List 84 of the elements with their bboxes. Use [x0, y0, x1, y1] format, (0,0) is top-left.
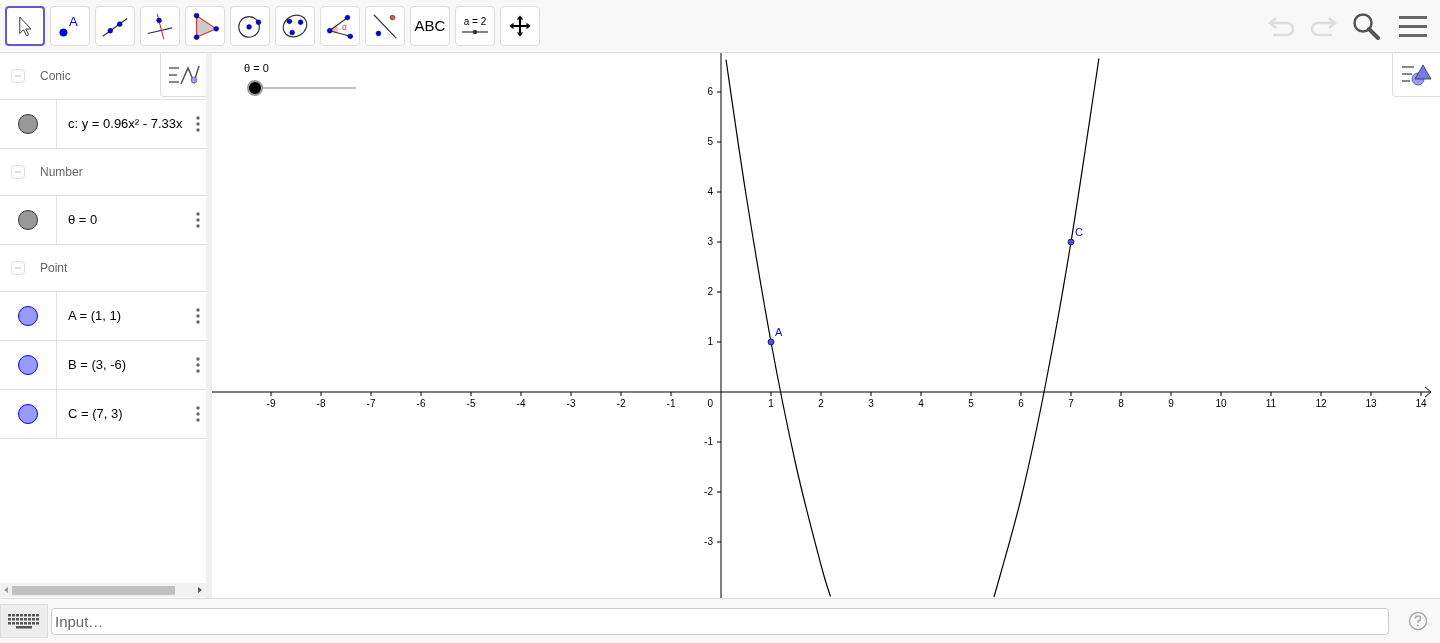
axis-label: 4 [918, 398, 924, 409]
group-header: Conic [40, 68, 71, 85]
input-field[interactable]: Input… [51, 607, 1389, 635]
tool-label: a = 2 [463, 16, 487, 28]
axis-label: -5 [466, 398, 476, 409]
more-options-icon[interactable] [196, 212, 200, 228]
axis-label: -4 [516, 398, 526, 409]
axis-label: 12 [1315, 398, 1327, 409]
axis-label: 2 [818, 398, 824, 409]
axis-label: -3 [704, 536, 713, 547]
slider[interactable] [247, 80, 357, 96]
axis-label: 6 [707, 86, 713, 97]
axis-label: -2 [704, 486, 713, 497]
axis-label: 1 [768, 398, 774, 409]
visibility-marble[interactable] [18, 355, 38, 375]
collapse-toggle[interactable] [11, 165, 25, 179]
tool-label: ABC [414, 15, 446, 36]
minus-icon [14, 72, 22, 80]
four-way-arrow-icon [507, 13, 533, 39]
graphing-canvas[interactable]: -9 -8 -7 -6 -5 -4 -3 -2 -1 1 2 3 4 5 6 7 8 9 10 11 12 13 14 6 5 4 3 2 1 -1 -2 -3 0 A C θ = 0 [212, 53, 1433, 598]
scroll-right-icon[interactable] [196, 586, 204, 594]
tool-button[interactable]: ABC [410, 6, 450, 46]
redo-icon [1308, 14, 1338, 38]
axis-label: 3 [868, 398, 874, 409]
menu-icon [1399, 14, 1427, 38]
axis-label: 4 [707, 186, 713, 197]
slider-label: θ = 0 [244, 62, 269, 74]
group-header: Number [40, 164, 83, 181]
axis-label: 7 [1068, 398, 1074, 409]
point[interactable] [767, 338, 775, 346]
more-options-icon[interactable] [196, 357, 200, 373]
axis-label: 2 [707, 286, 713, 297]
minus-icon [14, 168, 22, 176]
more-options-icon[interactable] [196, 406, 200, 422]
visibility-marble[interactable] [18, 114, 38, 134]
algebra-expression[interactable]: c: y = 0.96x² - 7.33x [68, 114, 196, 134]
axis-label: 5 [707, 136, 713, 147]
point-label: A [775, 326, 783, 338]
algebra-expression[interactable]: B = (3, -6) [68, 355, 196, 375]
axis-label: 10 [1215, 398, 1227, 409]
undo-icon [1267, 14, 1297, 38]
axis-label: 3 [707, 236, 713, 247]
axis-label: 11 [1265, 398, 1277, 409]
minus-icon [14, 264, 22, 272]
triangle-icon [190, 11, 220, 41]
axis-label: 6 [1018, 398, 1024, 409]
axis-label: 14 [1415, 398, 1427, 409]
slider-icon [461, 28, 489, 36]
more-options-icon[interactable] [196, 116, 200, 132]
algebra-expression[interactable]: C = (7, 3) [68, 404, 196, 424]
axis-label: -6 [416, 398, 426, 409]
group-header: Point [40, 260, 68, 277]
visibility-marble[interactable] [18, 306, 38, 326]
axis-label: 8 [1118, 398, 1124, 409]
collapse-toggle[interactable] [11, 261, 25, 275]
axis-label: -1 [666, 398, 676, 409]
more-options-icon[interactable] [196, 308, 200, 324]
axis-label: -2 [616, 398, 626, 409]
style-bar-toggle[interactable] [1392, 53, 1440, 97]
axis-label: 13 [1365, 398, 1377, 409]
point[interactable] [1067, 238, 1075, 246]
keyboard-button[interactable] [0, 604, 48, 638]
algebra-expression[interactable]: θ = 0 [68, 210, 196, 230]
search-icon [1351, 11, 1381, 41]
graph-style-toggle[interactable] [160, 53, 206, 97]
axis-label: -3 [566, 398, 576, 409]
axis-label: -7 [366, 398, 376, 409]
algebra-expression[interactable]: A = (1, 1) [68, 306, 196, 326]
keyboard-icon [7, 613, 41, 629]
point-label: C [1075, 226, 1083, 238]
axis-label: -9 [266, 398, 276, 409]
axis-label: -1 [704, 436, 713, 447]
scrollbar-thumb[interactable] [12, 585, 175, 595]
perpendicular-lines-icon [145, 11, 175, 41]
tool-button[interactable]: a = 2 [455, 6, 495, 46]
axis-label: -8 [316, 398, 326, 409]
visibility-marble[interactable] [18, 404, 38, 424]
collapse-toggle[interactable] [11, 69, 25, 83]
horizontal-scrollbar[interactable] [0, 583, 206, 597]
axis-label: 0 [707, 398, 713, 409]
visibility-marble[interactable] [18, 210, 38, 230]
axis-label: 5 [968, 398, 974, 409]
axis-label: 1 [707, 336, 713, 347]
axis-label: 9 [1168, 398, 1174, 409]
